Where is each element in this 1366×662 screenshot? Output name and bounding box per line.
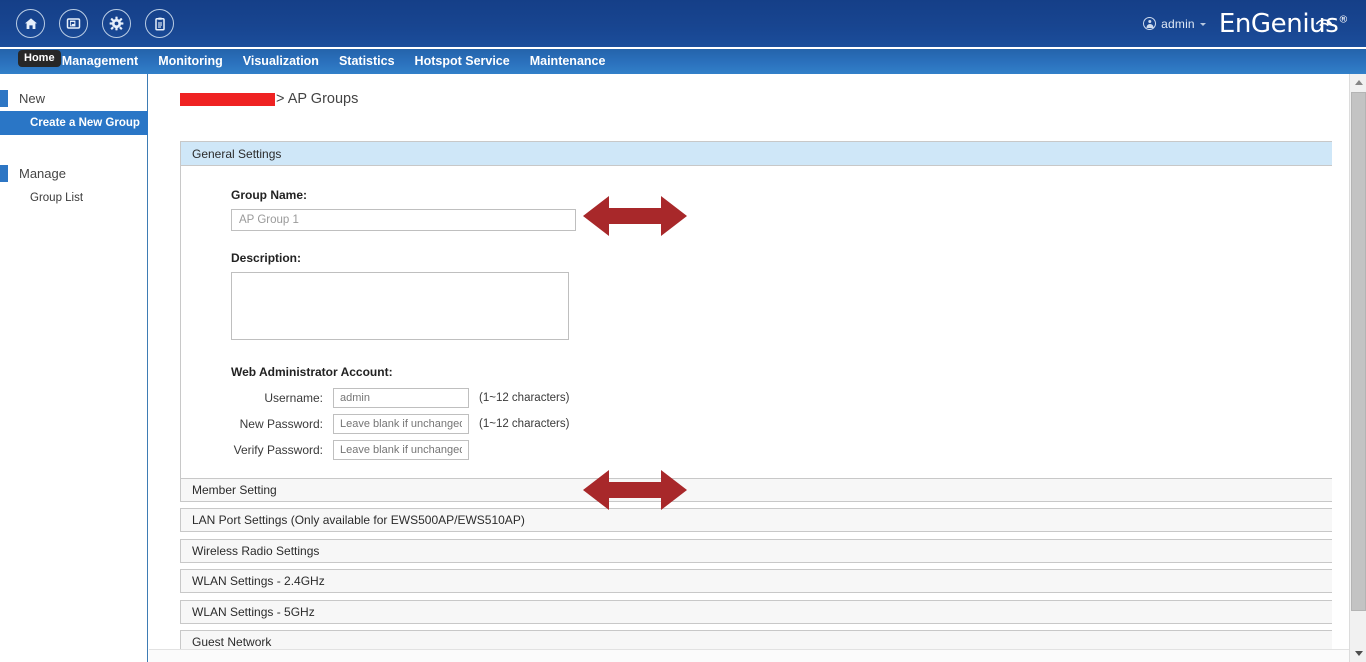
main-nav-bar: Device Management Monitoring Visualizati… (0, 49, 1366, 74)
top-header-bar: admin EnGenius® (0, 0, 1366, 47)
username-hint: (1~12 characters) (479, 392, 569, 404)
sidebar-item-group-list[interactable]: Group List (0, 186, 147, 210)
nav-item-monitoring[interactable]: Monitoring (148, 49, 233, 74)
user-avatar-icon (1143, 17, 1156, 30)
nav-item-maintenance[interactable]: Maintenance (520, 49, 616, 74)
new-password-input[interactable] (333, 414, 469, 434)
nav-item-statistics[interactable]: Statistics (329, 49, 405, 74)
new-password-label: New Password: (231, 417, 323, 431)
group-name-input[interactable] (231, 209, 576, 231)
description-textarea[interactable] (231, 272, 569, 340)
header-icon-row (0, 9, 174, 38)
header-right-cluster: admin EnGenius® (1143, 9, 1366, 39)
user-name-label: admin (1161, 17, 1195, 31)
clipboard-icon[interactable] (145, 9, 174, 38)
sidebar-group-label-new: New (19, 91, 45, 106)
left-sidebar: New Create a New Group Manage Group List (0, 74, 148, 662)
sidebar-item-create-a-new-group[interactable]: Create a New Group (0, 111, 148, 135)
chevron-down-icon[interactable] (1200, 23, 1206, 26)
username-input[interactable] (333, 388, 469, 408)
breadcrumb: > AP Groups (180, 91, 358, 107)
sidebar-group-new: New (0, 85, 147, 111)
nav-item-visualization[interactable]: Visualization (233, 49, 329, 74)
general-settings-panel: General Settings Group Name: Description… (180, 141, 1333, 489)
section-member-setting[interactable]: Member Setting (180, 478, 1333, 502)
sidebar-group-marker (0, 90, 8, 107)
general-settings-header: General Settings (181, 142, 1332, 166)
wifi-arc-icon (1315, 3, 1333, 33)
web-administrator-account-label: Web Administrator Account: (231, 365, 1332, 379)
home-tooltip: Home (18, 50, 61, 67)
chevron-up-icon (1355, 80, 1363, 85)
chevron-down-icon (1355, 651, 1363, 656)
username-row: Username: (1~12 characters) (231, 388, 1332, 408)
new-password-row: New Password: (1~12 characters) (231, 414, 1332, 434)
gear-icon[interactable] (102, 9, 131, 38)
annotation-arrow-member-setting (583, 466, 687, 519)
nav-list: Device Management Monitoring Visualizati… (0, 49, 615, 74)
section-wlan-settings-5ghz[interactable]: WLAN Settings - 5GHz (180, 600, 1333, 624)
sidebar-group-label-manage: Manage (19, 166, 66, 181)
general-settings-body: Group Name: Description: Web Administrat… (181, 166, 1332, 488)
home-icon[interactable] (16, 9, 45, 38)
sidebar-group-marker (0, 165, 8, 182)
section-guest-network[interactable]: Guest Network (180, 630, 1333, 649)
brand-registered-mark: ® (1338, 14, 1348, 25)
brand-logo: EnGenius® (1219, 9, 1348, 39)
vertical-scrollbar[interactable] (1349, 74, 1366, 662)
annotation-arrow-group-name (583, 192, 687, 245)
horizontal-scrollbar[interactable] (149, 649, 1349, 662)
description-label: Description: (231, 251, 1332, 265)
new-password-hint: (1~12 characters) (479, 418, 569, 430)
main-content-area: > AP Groups General Settings Group Name:… (149, 74, 1349, 649)
user-menu[interactable]: admin (1143, 17, 1206, 31)
breadcrumb-current-page: > AP Groups (276, 91, 358, 107)
content-right-gutter (1332, 74, 1349, 662)
breadcrumb-redaction-bar (180, 93, 275, 106)
scroll-up-button[interactable] (1350, 74, 1366, 91)
section-lan-port-settings[interactable]: LAN Port Settings (Only available for EW… (180, 508, 1333, 532)
section-wlan-settings-24ghz[interactable]: WLAN Settings - 2.4GHz (180, 569, 1333, 593)
group-name-label: Group Name: (231, 188, 1332, 202)
nav-item-hotspot-service[interactable]: Hotspot Service (405, 49, 520, 74)
username-label: Username: (231, 391, 323, 405)
scroll-down-button[interactable] (1350, 645, 1366, 662)
sidebar-group-manage: Manage (0, 160, 147, 186)
verify-password-input[interactable] (333, 440, 469, 460)
vertical-scrollbar-thumb[interactable] (1351, 92, 1366, 611)
section-wireless-radio-settings[interactable]: Wireless Radio Settings (180, 539, 1333, 563)
device-management-icon[interactable] (59, 9, 88, 38)
verify-password-row: Verify Password: (231, 440, 1332, 460)
verify-password-label: Verify Password: (231, 443, 323, 457)
